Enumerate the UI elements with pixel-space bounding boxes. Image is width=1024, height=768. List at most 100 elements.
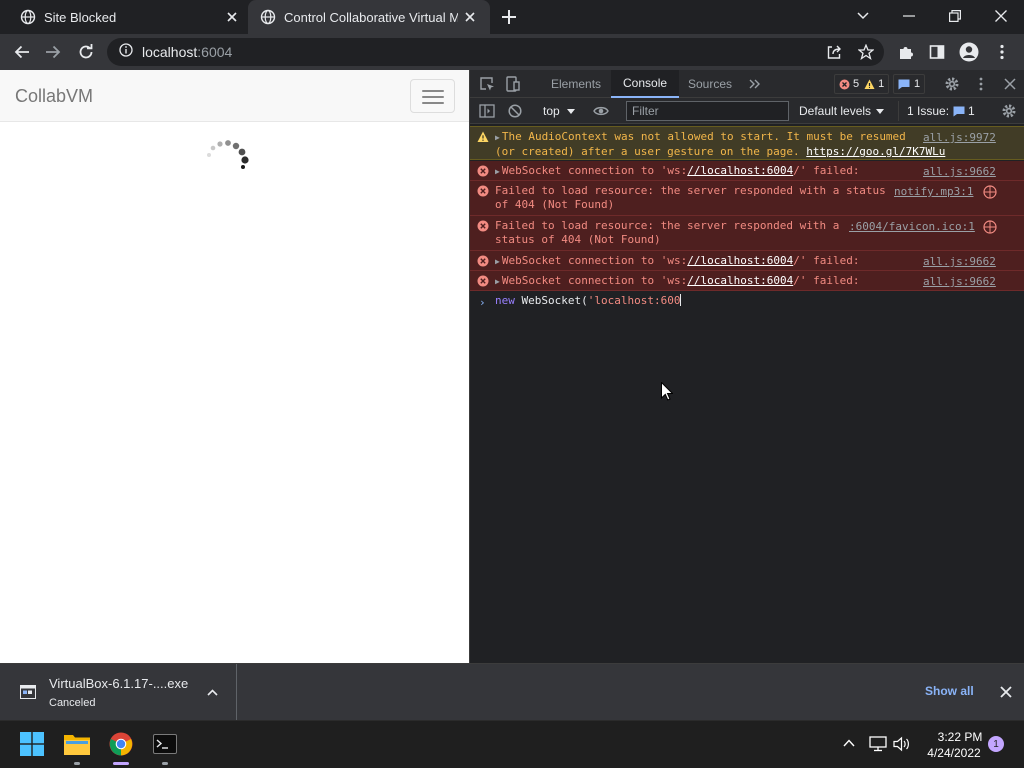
settings-gear-icon[interactable] xyxy=(943,75,961,93)
tab-elements[interactable]: Elements xyxy=(551,70,601,98)
close-tab-icon[interactable] xyxy=(462,9,478,25)
network-globe-icon[interactable] xyxy=(983,185,997,199)
tab-strip: Site Blocked Control Collaborative Virtu… xyxy=(0,0,1024,34)
network-icon[interactable] xyxy=(869,736,887,752)
chrome-taskbar-icon[interactable] xyxy=(106,729,136,765)
tab-collabvm[interactable]: Control Collaborative Virtual Mac xyxy=(248,0,490,34)
message-link[interactable]: https://goo.gl/7K7WLu xyxy=(806,145,945,158)
download-item[interactable]: VirtualBox-6.1.17-....exe Canceled xyxy=(0,664,237,721)
close-download-bar-icon[interactable] xyxy=(1000,686,1012,698)
message-text: /' failed: xyxy=(793,274,860,287)
expand-triangle-icon[interactable]: ▶ xyxy=(495,257,500,266)
address-bar[interactable]: localhost:6004 xyxy=(107,38,884,66)
more-tabs-chevron-icon[interactable] xyxy=(746,75,764,93)
notification-badge[interactable]: 1 xyxy=(988,736,1004,752)
dropdown-arrow-icon xyxy=(876,108,885,114)
error-icon xyxy=(839,79,850,89)
back-button[interactable] xyxy=(10,40,34,64)
side-panel-icon[interactable] xyxy=(925,40,949,64)
message-source-link[interactable]: all.js:9662 xyxy=(923,255,996,269)
context-label: top xyxy=(543,104,560,118)
reload-button[interactable] xyxy=(74,40,98,64)
message-link[interactable]: //localhost:6004 xyxy=(687,274,793,287)
show-all-downloads-button[interactable]: Show all xyxy=(925,684,974,698)
expand-triangle-icon[interactable]: ▶ xyxy=(495,167,500,176)
site-info-icon[interactable] xyxy=(119,42,133,62)
console-message-error[interactable]: ▶ WebSocket connection to 'ws://localhost… xyxy=(470,271,1024,291)
message-link[interactable]: //localhost:6004 xyxy=(687,164,793,177)
prompt-string: 'localhost:600 xyxy=(587,294,681,307)
message-icon xyxy=(953,106,965,116)
console-filter-input[interactable] xyxy=(626,101,789,121)
console-message-error[interactable]: ▶ WebSocket connection to 'ws://localhost… xyxy=(470,161,1024,181)
context-selector[interactable]: top xyxy=(543,102,575,120)
running-indicator xyxy=(162,762,168,765)
close-devtools-icon[interactable] xyxy=(1001,75,1019,93)
message-link[interactable]: //localhost:6004 xyxy=(687,254,793,267)
volume-icon[interactable] xyxy=(893,736,911,752)
message-source-link[interactable]: all.js:9662 xyxy=(923,165,996,179)
new-tab-button[interactable] xyxy=(499,7,519,27)
tray-chevron-up-icon[interactable] xyxy=(843,739,855,747)
tab-title: Control Collaborative Virtual Mac xyxy=(284,9,458,25)
message-source-link[interactable]: :6004/favicon.ico:1 xyxy=(849,220,975,234)
forward-button[interactable] xyxy=(41,40,65,64)
tab-console[interactable]: Console xyxy=(611,70,680,98)
message-source-link[interactable]: all.js:9662 xyxy=(923,275,996,289)
prompt-keyword: new xyxy=(495,294,515,307)
hamburger-bar xyxy=(422,102,444,104)
issues-button[interactable]: 1 Issue: 1 xyxy=(898,101,975,121)
console-output: ▶ The AudioContext was not allowed to sta… xyxy=(470,124,1024,663)
file-explorer-icon[interactable] xyxy=(62,729,92,765)
active-indicator xyxy=(113,762,129,765)
expand-triangle-icon[interactable]: ▶ xyxy=(495,133,500,142)
device-toolbar-icon[interactable] xyxy=(504,75,522,93)
clock-time[interactable]: 3:22 PM xyxy=(930,730,990,744)
log-levels-dropdown[interactable]: Default levels xyxy=(799,102,885,120)
console-message-error[interactable]: ▶ WebSocket connection to 'ws://localhost… xyxy=(470,251,1024,271)
share-icon[interactable] xyxy=(822,40,846,64)
extensions-puzzle-icon[interactable] xyxy=(894,40,918,64)
console-message-error[interactable]: Failed to load resource: the server resp… xyxy=(470,216,1024,251)
windows-start-icon[interactable] xyxy=(17,729,47,759)
console-sidebar-icon[interactable] xyxy=(478,102,496,120)
profile-avatar-icon[interactable] xyxy=(957,40,981,64)
restore-button[interactable] xyxy=(943,5,967,27)
tab-site-blocked[interactable]: Site Blocked xyxy=(0,0,248,34)
console-settings-gear-icon[interactable] xyxy=(1000,102,1018,120)
network-globe-icon[interactable] xyxy=(983,220,997,234)
minimize-button[interactable] xyxy=(897,5,921,27)
terminal-icon[interactable] xyxy=(150,729,180,765)
error-icon xyxy=(477,275,489,287)
close-window-button[interactable] xyxy=(989,5,1013,27)
tab-search-chevron-icon[interactable] xyxy=(851,5,875,27)
chrome-menu-icon[interactable] xyxy=(990,40,1014,64)
expand-triangle-icon[interactable]: ▶ xyxy=(495,277,500,286)
devtools-menu-icon[interactable] xyxy=(972,75,990,93)
clock-date[interactable]: 4/24/2022 xyxy=(921,746,987,760)
bookmark-star-icon[interactable] xyxy=(854,40,878,64)
chevron-up-icon[interactable] xyxy=(207,689,218,696)
inspect-element-icon[interactable] xyxy=(478,75,496,93)
console-prompt-input[interactable]: › new WebSocket('localhost:600 xyxy=(470,294,1024,314)
console-message-warning[interactable]: ▶ The AudioContext was not allowed to sta… xyxy=(470,126,1024,160)
message-source-link[interactable]: all.js:9972 xyxy=(923,131,996,145)
close-tab-icon[interactable] xyxy=(224,9,240,25)
windows-taskbar: 3:22 PM 4/24/2022 1 xyxy=(0,720,1024,768)
web-page: CollabVM xyxy=(0,70,469,663)
loading-spinner-icon xyxy=(207,140,249,169)
site-brand[interactable]: CollabVM xyxy=(15,86,93,107)
console-toolbar: top Default levels 1 Issue: 1 xyxy=(470,98,1024,124)
message-source-link[interactable]: notify.mp3:1 xyxy=(894,185,973,199)
download-filename: VirtualBox-6.1.17-....exe xyxy=(49,676,189,691)
download-bar: VirtualBox-6.1.17-....exe Canceled Show … xyxy=(0,663,1024,721)
navbar-toggle-button[interactable] xyxy=(410,79,455,113)
error-icon xyxy=(477,185,489,197)
console-counts-button[interactable]: 5 1 xyxy=(834,74,890,94)
installer-file-icon xyxy=(20,685,36,699)
issues-badge-button[interactable]: 1 xyxy=(893,74,926,94)
tab-sources[interactable]: Sources xyxy=(688,70,732,98)
clear-console-icon[interactable] xyxy=(506,102,524,120)
console-message-error[interactable]: Failed to load resource: the server resp… xyxy=(470,181,1024,216)
live-expression-eye-icon[interactable] xyxy=(592,102,610,120)
